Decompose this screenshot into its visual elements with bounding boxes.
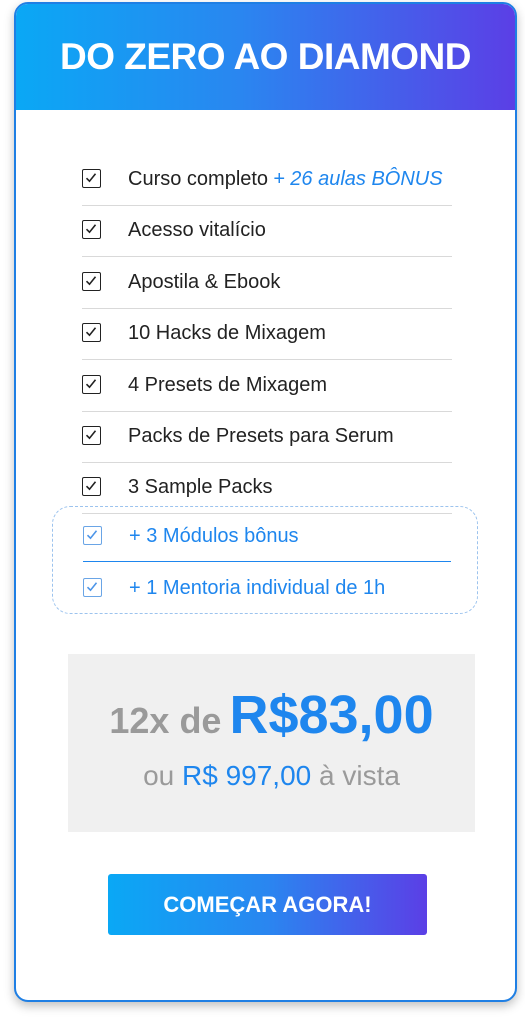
checkbox-checked-icon (82, 477, 101, 497)
feature-label: 4 Presets de Mixagem (128, 373, 327, 396)
feature-item: 10 Hacks de Mixagem (82, 310, 452, 361)
feature-label: 3 Sample Packs (128, 476, 273, 499)
pricing-card: DO ZERO AO DIAMOND Curso completo + 26 au… (14, 2, 517, 1002)
cash-prefix: ou (143, 760, 175, 791)
checkbox-checked-icon (82, 271, 101, 291)
feature-label: Packs de Presets para Serum (128, 424, 394, 447)
checkbox-checked-icon (83, 526, 102, 545)
cash-price: R$ 997,00 (182, 760, 312, 791)
bonus-item: + 1 Mentoria individual de 1h (83, 563, 451, 613)
installment-price-line: 12x de R$83,00 (68, 684, 475, 746)
feature-label: Curso completo + 26 aulas BÔNUS (128, 168, 443, 190)
checkbox-checked-icon (82, 374, 101, 394)
bonus-item: + 3 Módulos bônus (83, 511, 451, 562)
cash-suffix: à vista (319, 760, 400, 791)
feature-item: 4 Presets de Mixagem (82, 362, 452, 412)
checkbox-checked-icon (82, 220, 101, 240)
price-box: 12x de R$83,00 ou R$ 997,00 à vista (68, 654, 475, 832)
bonus-box: + 3 Módulos bônus + 1 Mentoria individua… (52, 506, 478, 614)
bonus-label: + 1 Mentoria individual de 1h (129, 577, 386, 599)
checkbox-checked-icon (83, 578, 102, 597)
feature-item: Packs de Presets para Serum (82, 413, 452, 463)
feature-label: Apostila & Ebook (128, 270, 281, 293)
start-now-button[interactable]: COMEÇAR AGORA! (108, 874, 427, 935)
feature-label: 10 Hacks de Mixagem (128, 322, 326, 345)
checkbox-checked-icon (82, 169, 101, 188)
checkbox-checked-icon (82, 323, 101, 343)
plan-title: DO ZERO AO DIAMOND (59, 36, 472, 77)
installments-label: 12x de (109, 700, 222, 741)
feature-item: Curso completo + 26 aulas BÔNUS (82, 156, 452, 206)
feature-item: Apostila & Ebook (82, 259, 452, 309)
card-header: DO ZERO AO DIAMOND (16, 4, 515, 110)
feature-label: Acesso vitalício (128, 219, 266, 242)
cash-price-line: ou R$ 997,00 à vista (68, 760, 475, 792)
checkbox-checked-icon (82, 425, 101, 445)
bonus-label: + 3 Módulos bônus (129, 525, 299, 547)
bonus-lessons-highlight: + 26 aulas BÔNUS (273, 168, 443, 190)
feature-list: Curso completo + 26 aulas BÔNUS Acesso vi… (82, 156, 452, 516)
installment-price: R$83,00 (229, 685, 434, 745)
feature-item: Acesso vitalício (82, 207, 452, 258)
